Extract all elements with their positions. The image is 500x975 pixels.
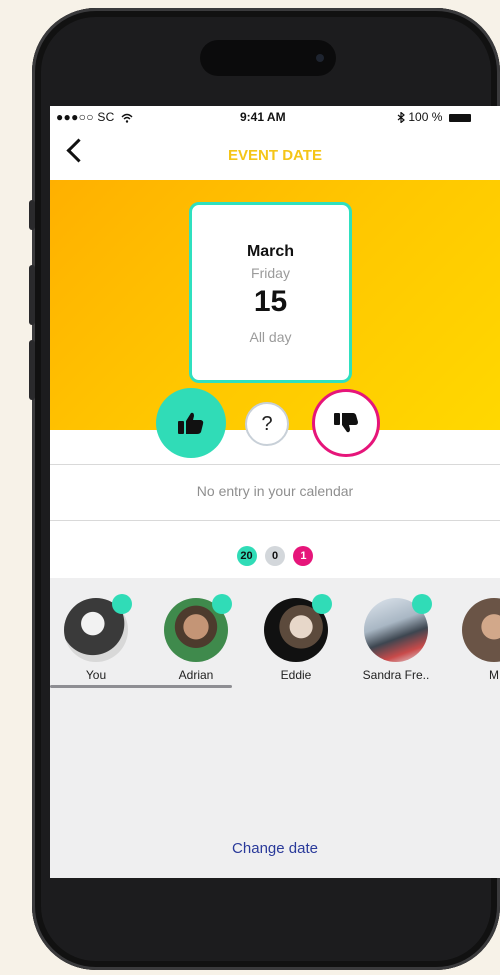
camera-dot <box>316 54 324 62</box>
avatar <box>64 594 132 662</box>
avatar <box>364 594 432 662</box>
calendar-status: No entry in your calendar <box>196 483 354 499</box>
carrier-signal: ●●●○○ SC <box>56 110 115 124</box>
bluetooth-icon <box>397 111 405 125</box>
maybe-button[interactable]: ? <box>245 402 289 446</box>
accepted-status-dot <box>412 594 432 614</box>
participant-item[interactable]: M <box>454 598 500 682</box>
status-bar: ●●●○○ SC 9:41 AM 100 % <box>50 106 500 128</box>
participants-panel: You Adrian Eddie Sandra Fre.. M Change d… <box>50 578 500 878</box>
accept-button[interactable] <box>156 388 226 458</box>
wifi-icon <box>121 113 133 123</box>
participant-item[interactable]: Sandra Fre.. <box>356 594 436 682</box>
divider <box>50 464 500 465</box>
date-day-number: 15 <box>253 285 288 318</box>
vote-counts: 20 0 1 <box>50 546 500 566</box>
battery-icon <box>448 113 471 122</box>
app-screen: ●●●○○ SC 9:41 AM 100 % EVENT DATE March … <box>50 106 500 878</box>
participant-name: Adrian <box>178 668 214 682</box>
participant-name: Sandra Fre.. <box>362 668 430 682</box>
participant-name: You <box>85 668 107 682</box>
date-card: March Friday 15 All day <box>189 202 352 383</box>
avatar <box>264 594 332 662</box>
participant-item[interactable]: Eddie <box>256 594 336 682</box>
divider <box>50 520 500 521</box>
battery-percent: 100 % <box>408 110 443 124</box>
accepted-status-dot <box>312 594 332 614</box>
horizontal-scrollbar[interactable] <box>50 685 232 688</box>
volume-up-button <box>29 265 35 325</box>
participant-item[interactable]: You <box>56 594 136 682</box>
date-duration: All day <box>249 329 292 345</box>
accepted-status-dot <box>112 594 132 614</box>
maybe-count-badge: 0 <box>265 546 285 566</box>
thumbs-down-icon <box>334 413 358 433</box>
mute-switch <box>29 200 35 230</box>
avatar <box>164 594 232 662</box>
change-date-link[interactable]: Change date <box>50 840 500 857</box>
date-weekday: Friday <box>251 265 290 281</box>
date-month: March <box>246 243 295 260</box>
status-time: 9:41 AM <box>240 110 286 124</box>
page-title: EVENT DATE <box>228 147 322 164</box>
no-count-badge: 1 <box>293 546 314 566</box>
decline-button[interactable] <box>312 389 380 457</box>
thumbs-up-icon <box>178 412 204 434</box>
nav-bar: EVENT DATE <box>50 128 500 180</box>
volume-down-button <box>29 340 35 400</box>
avatar <box>462 598 500 662</box>
participant-name: M <box>489 668 499 682</box>
yes-count-badge: 20 <box>236 546 257 566</box>
participant-name: Eddie <box>280 668 312 682</box>
accepted-status-dot <box>212 594 232 614</box>
participant-item[interactable]: Adrian <box>156 594 236 682</box>
